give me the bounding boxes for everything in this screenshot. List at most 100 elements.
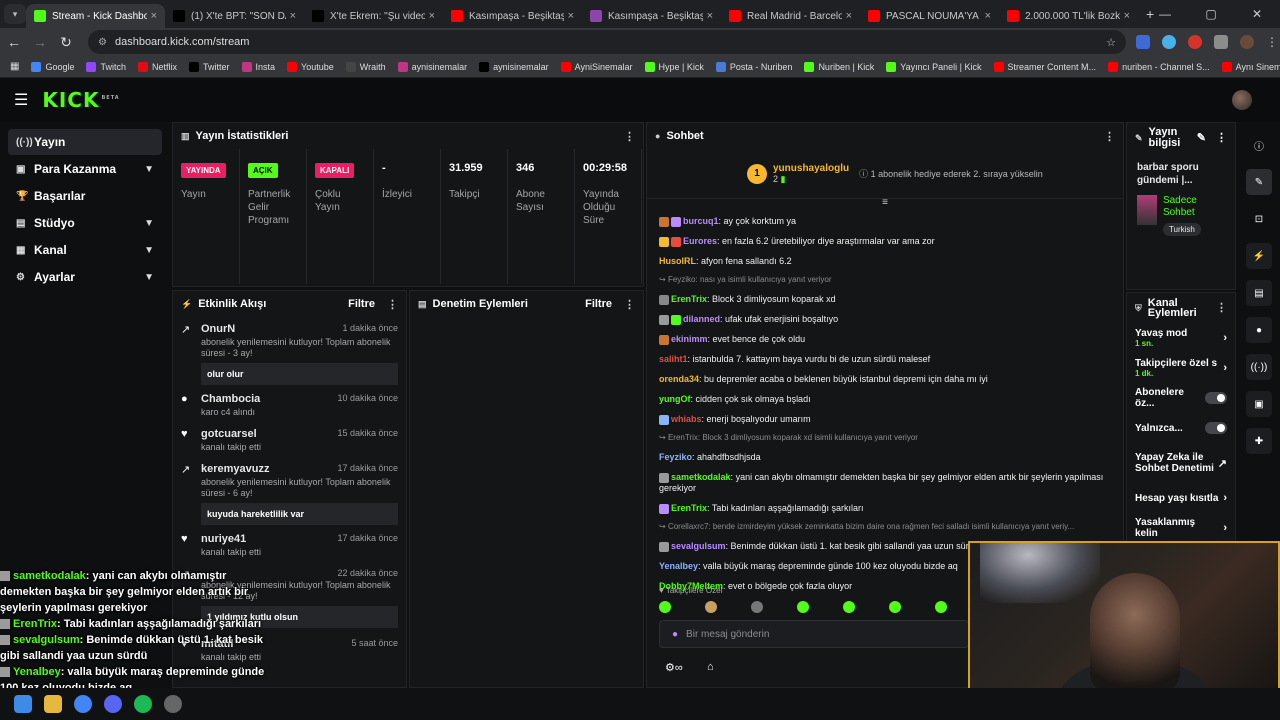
maximize-icon[interactable]: ▢ <box>1188 7 1234 21</box>
channel-action[interactable]: Abonelere öz... <box>1127 383 1235 413</box>
browser-tab[interactable]: Kasımpaşa - Beşiktaş Maç × <box>582 4 721 28</box>
chat-username[interactable]: saliht1 <box>659 354 688 364</box>
browser-tab[interactable]: (1) X'te BPT: "SON DAKİKA × <box>165 4 304 28</box>
bookmark-item[interactable]: aynisinemalar <box>397 61 467 72</box>
edit-icon[interactable]: ✎ <box>1197 132 1206 144</box>
bookmark-item[interactable]: Netflix <box>138 61 177 72</box>
chat-username[interactable]: Eurores <box>683 236 717 246</box>
minimize-icon[interactable]: — <box>1142 7 1188 21</box>
channel-action[interactable]: Yasaklanmış kelin › <box>1127 513 1235 543</box>
activity-username[interactable]: nuriye41 <box>201 533 246 545</box>
browser-tab[interactable]: Kasımpaşa - Beşiktaş Maç × <box>443 4 582 28</box>
channel-action[interactable]: Yalnızca... <box>1127 413 1235 443</box>
emote-icon[interactable] <box>705 601 717 613</box>
sidebar-item[interactable]: ▤ Stüdyo ▼ <box>8 210 162 236</box>
broadcast-icon[interactable]: ((·)) <box>1246 354 1272 380</box>
chat-shortcut-icon[interactable]: ● <box>1246 317 1272 343</box>
activity-username[interactable]: keremyavuzz <box>201 463 270 475</box>
chat-username[interactable]: yungOf <box>659 394 691 404</box>
browser-tab[interactable]: Real Madrid - Barcelona × <box>721 4 860 28</box>
tab-search-button[interactable]: ▾ <box>4 4 26 24</box>
browser-tab[interactable]: PASCAL NOUMA'YA MEYD × <box>860 4 999 28</box>
emote-icon[interactable] <box>659 601 671 613</box>
channel-action[interactable]: Yavaş mod 1 sn. › <box>1127 323 1235 353</box>
bookmark-item[interactable]: Insta <box>241 61 275 72</box>
discord-icon[interactable] <box>104 695 122 713</box>
hamburger-menu-icon[interactable]: ☰ <box>14 90 28 110</box>
spotify-icon[interactable] <box>134 695 152 713</box>
emote-icon[interactable] <box>751 601 763 613</box>
forward-icon[interactable]: → <box>28 34 52 50</box>
bookmark-item[interactable]: Google <box>31 61 74 72</box>
toggle-switch[interactable] <box>1205 422 1227 434</box>
folder-icon[interactable] <box>44 695 62 713</box>
bookmark-item[interactable]: Yayıncı Paneli | Kick <box>886 61 982 72</box>
activity-username[interactable]: gotcuarsel <box>201 428 257 440</box>
store-icon[interactable]: ⌂ <box>707 661 714 673</box>
moderation-menu-icon[interactable]: ⋮ <box>624 298 635 311</box>
category-name[interactable]: Sadece Sohbet <box>1163 195 1225 219</box>
tab-close-icon[interactable]: × <box>985 10 991 22</box>
chat-settings-icon[interactable]: ⚙∞ <box>665 661 683 674</box>
sidebar-item[interactable]: ⚙ Ayarlar ▼ <box>8 264 162 290</box>
emote-icon[interactable] <box>797 601 809 613</box>
back-icon[interactable]: ← <box>2 34 26 50</box>
sidebar-item[interactable]: 🏆 Başarılar <box>8 183 162 209</box>
kick-logo[interactable]: KICK BETA <box>42 88 119 112</box>
emote-icon[interactable] <box>843 601 855 613</box>
emote-icon[interactable] <box>935 601 947 613</box>
steam-icon[interactable] <box>164 695 182 713</box>
browser-tab[interactable]: 2.000.000 TL'lik Bozkurt × <box>999 4 1138 28</box>
user-avatar[interactable] <box>1232 90 1252 110</box>
bookmark-item[interactable]: Twitter <box>189 61 230 72</box>
activity-username[interactable]: Chambocia <box>201 393 260 405</box>
tab-close-icon[interactable]: × <box>290 10 296 22</box>
sidebar-item[interactable]: ▦ Kanal ▼ <box>8 237 162 263</box>
moderation-filter-button[interactable]: Filtre <box>585 298 612 310</box>
mic-icon[interactable]: ● <box>672 629 678 640</box>
close-window-icon[interactable]: ✕ <box>1234 7 1280 21</box>
info-icon[interactable]: ⓘ <box>1246 132 1272 158</box>
bookmark-item[interactable]: nuriben - Channel S... <box>1108 61 1210 72</box>
chat-username[interactable]: whiabs <box>671 414 702 424</box>
start-icon[interactable] <box>14 695 32 713</box>
sidebar-item[interactable]: ▣ Para Kazanma ▼ <box>8 156 162 182</box>
toggle-switch[interactable] <box>1205 392 1227 404</box>
bookmark-star-icon[interactable]: ☆ <box>1106 36 1116 49</box>
chat-menu-icon[interactable]: ⋮ <box>1104 130 1115 143</box>
extension-globe-icon[interactable] <box>1162 35 1176 49</box>
chat-message-input[interactable]: ● Bir mesaj gönderin <box>659 620 969 648</box>
tools-icon[interactable]: ✚ <box>1246 428 1272 454</box>
extension-record-icon[interactable] <box>1188 35 1202 49</box>
chat-username[interactable]: ErenTrix <box>671 294 707 304</box>
browser-tab[interactable]: X'te Ekrem: "Şu videoyu S × <box>304 4 443 28</box>
chat-username[interactable]: ekinimm <box>671 334 708 344</box>
bookmark-item[interactable]: Youtube <box>287 61 334 72</box>
tab-close-icon[interactable]: × <box>846 10 852 22</box>
bookmark-item[interactable]: Twitch <box>86 61 126 72</box>
chat-username[interactable]: burcuq1 <box>683 216 719 226</box>
chat-username[interactable]: Yenalbey <box>659 561 698 571</box>
stats-menu-icon[interactable]: ⋮ <box>624 130 635 143</box>
bookmark-item[interactable]: Streamer Content M... <box>993 61 1096 72</box>
chat-username[interactable]: orenda34 <box>659 374 699 384</box>
extension-shield-icon[interactable] <box>1136 35 1150 49</box>
tab-close-icon[interactable]: × <box>707 10 713 22</box>
scroll-chat-icon[interactable]: ≡ <box>647 198 1123 208</box>
edit-pen-icon[interactable]: ✎ <box>1246 169 1272 195</box>
activity-filter-button[interactable]: Filtre <box>348 298 375 310</box>
category-thumbnail[interactable] <box>1137 195 1157 225</box>
layout-icon[interactable]: ▣ <box>1246 391 1272 417</box>
document-shortcut-icon[interactable]: ▤ <box>1246 280 1272 306</box>
bookmark-item[interactable]: aynisinemalar <box>479 61 549 72</box>
tab-close-icon[interactable]: × <box>151 10 157 22</box>
bookmark-item[interactable]: Wraith <box>345 61 386 72</box>
apps-grid-icon[interactable]: ▦ <box>10 61 19 72</box>
chat-username[interactable]: Feyziko <box>659 452 692 462</box>
chat-username[interactable]: dilanned <box>683 314 720 324</box>
tab-close-icon[interactable]: × <box>1124 10 1130 22</box>
pinned-gift-leader[interactable]: 1 yunushayaloglu 2 ▮ ⓘ 1 abonelik hediye… <box>647 149 1123 199</box>
profile-avatar-icon[interactable] <box>1240 35 1254 49</box>
tab-close-icon[interactable]: × <box>429 10 435 22</box>
activity-menu-icon[interactable]: ⋮ <box>387 298 398 311</box>
